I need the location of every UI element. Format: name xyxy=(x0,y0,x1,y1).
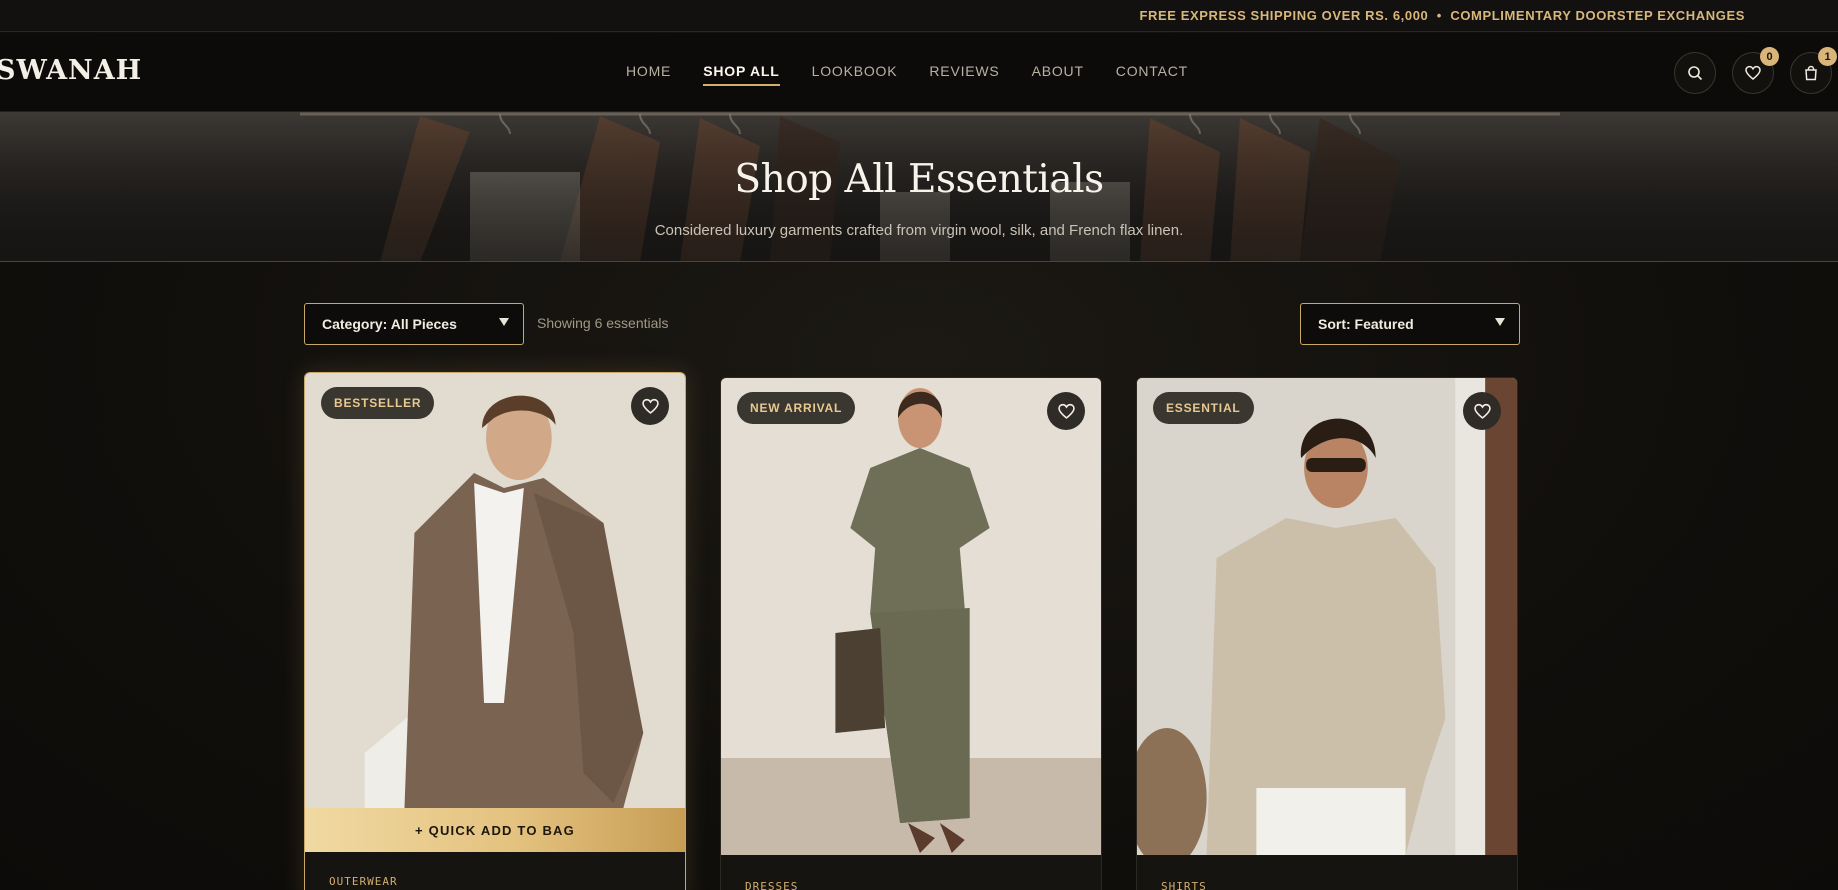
category-filter-select[interactable]: Category: All Pieces xyxy=(304,303,524,345)
chevron-down-icon xyxy=(499,318,509,326)
chevron-down-icon xyxy=(1495,318,1505,326)
add-to-wishlist-button[interactable] xyxy=(1463,392,1501,430)
sort-select[interactable]: Sort: Featured xyxy=(1300,303,1520,345)
page-subtitle: Considered luxury garments crafted from … xyxy=(654,222,1184,239)
hero-banner: Shop All Essentials Considered luxury ga… xyxy=(0,112,1838,262)
add-to-wishlist-button[interactable] xyxy=(631,387,669,425)
nav-shop-all[interactable]: SHOP ALL xyxy=(703,63,781,86)
main-nav: HOME SHOP ALL LOOKBOOK REVIEWS ABOUT CON… xyxy=(626,63,1220,86)
add-to-wishlist-button[interactable] xyxy=(1047,392,1085,430)
wishlist-button[interactable]: 0 xyxy=(1732,47,1779,94)
product-category: SHIRTS xyxy=(1161,880,1207,890)
heart-icon xyxy=(1057,403,1075,419)
product-category: OUTERWEAR xyxy=(329,875,398,888)
site-header: SWANAH HOME SHOP ALL LOOKBOOK REVIEWS AB… xyxy=(0,33,1838,112)
product-card[interactable]: BESTSELLER + QUICK ADD TO BAG OUTERWEAR xyxy=(304,372,686,890)
nav-lookbook[interactable]: LOOKBOOK xyxy=(812,63,898,86)
heart-icon xyxy=(1745,65,1761,80)
wishlist-count-badge: 0 xyxy=(1760,47,1779,66)
nav-home[interactable]: HOME xyxy=(626,63,671,86)
results-count: Showing 6 essentials xyxy=(537,315,669,331)
quick-add-to-bag-button[interactable]: + QUICK ADD TO BAG xyxy=(305,808,685,852)
announcement-bar: FREE EXPRESS SHIPPING OVER RS. 6,000 • C… xyxy=(0,0,1838,32)
category-filter-label: Category: All Pieces xyxy=(322,316,457,332)
brand-logo[interactable]: SWANAH xyxy=(0,55,142,86)
sort-label: Sort: Featured xyxy=(1318,316,1414,332)
search-button[interactable] xyxy=(1674,52,1716,94)
nav-about[interactable]: ABOUT xyxy=(1032,63,1084,86)
bag-icon xyxy=(1805,65,1817,81)
page-title: Shop All Essentials xyxy=(734,157,1104,202)
nav-contact[interactable]: CONTACT xyxy=(1116,63,1188,86)
product-image[interactable] xyxy=(1137,378,1517,855)
product-card[interactable]: ESSENTIAL SHIRTS xyxy=(1136,377,1518,890)
product-badge: BESTSELLER xyxy=(321,387,435,419)
product-image[interactable] xyxy=(305,373,685,808)
cart-count-badge: 1 xyxy=(1818,47,1837,66)
heart-icon xyxy=(1473,403,1491,419)
cart-button[interactable]: 1 xyxy=(1790,47,1837,94)
product-badge: NEW ARRIVAL xyxy=(737,392,856,424)
heart-icon xyxy=(641,398,659,414)
product-badge: ESSENTIAL xyxy=(1153,392,1254,424)
product-card[interactable]: NEW ARRIVAL DRESSES xyxy=(720,377,1102,890)
product-category: DRESSES xyxy=(745,880,799,890)
search-icon xyxy=(1688,66,1703,81)
nav-reviews[interactable]: REVIEWS xyxy=(929,63,999,86)
product-image[interactable] xyxy=(721,378,1101,855)
announcement-text: FREE EXPRESS SHIPPING OVER RS. 6,000 • C… xyxy=(1139,8,1745,23)
